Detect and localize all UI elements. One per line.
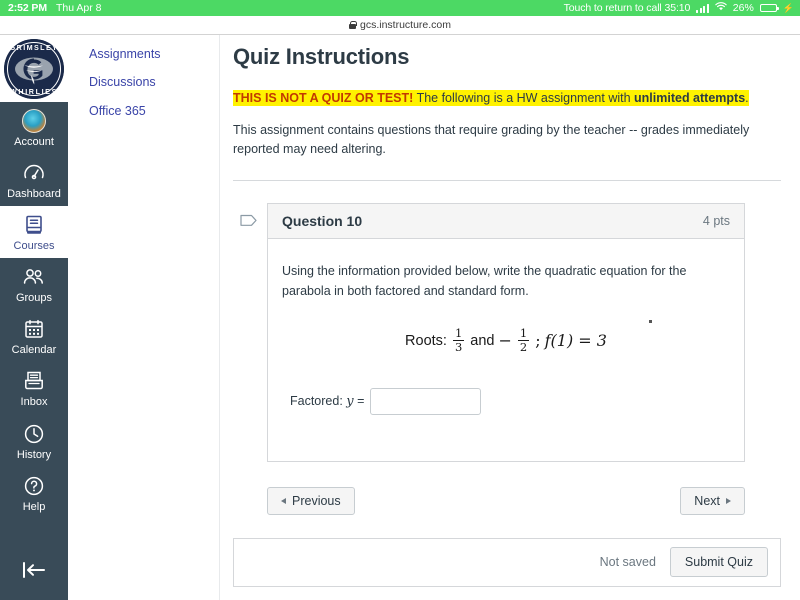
global-navigation: GRIMSLEY WHIRLIES Account Dashboard Cour… — [0, 35, 68, 600]
browser-url-bar[interactable]: gcs.instructure.com — [0, 16, 800, 35]
answer-input[interactable] — [370, 387, 482, 415]
url-text: gcs.instructure.com — [359, 19, 452, 31]
question-box: Question 10 4 pts Using the information … — [267, 202, 745, 462]
sidebar-item-label: Courses — [13, 240, 55, 253]
sidebar-item-dashboard[interactable]: Dashboard — [0, 154, 68, 206]
sidebar-item-courses[interactable]: Courses — [0, 206, 68, 259]
notice-highlight: THIS IS NOT A QUIZ OR TEST! The followin… — [233, 90, 749, 106]
question-points: 4 pts — [702, 213, 730, 228]
equation-minus-sign: − — [498, 331, 512, 350]
save-status: Not saved — [599, 555, 656, 570]
collapse-left-arrow-icon[interactable] — [16, 556, 52, 584]
equation-separator: ; — [535, 331, 541, 350]
sidebar-item-label: Calendar — [11, 344, 57, 357]
sidebar-item-groups[interactable]: Groups — [0, 258, 68, 310]
ios-status-bar: 2:52 PM Thu Apr 8 Touch to return to cal… — [0, 0, 800, 16]
question-body: Using the information provided below, wr… — [268, 239, 744, 461]
wifi-icon — [715, 2, 727, 14]
user-avatar-icon — [22, 109, 46, 133]
answer-label: Factored: y = — [290, 394, 364, 409]
grimsley-whirlies-logo: GRIMSLEY WHIRLIES — [4, 38, 64, 99]
sidebar-item-account[interactable]: Account — [0, 102, 68, 154]
sidebar-item-label: History — [16, 448, 52, 461]
answer-row: Factored: y = — [282, 387, 730, 415]
status-bar-left: 2:52 PM Thu Apr 8 — [0, 2, 102, 14]
question-container: Question 10 4 pts Using the information … — [233, 202, 790, 462]
battery-icon — [759, 3, 779, 13]
question-header: Question 10 4 pts — [268, 203, 744, 239]
sidebar-item-label: Groups — [15, 292, 53, 305]
courses-book-icon — [22, 213, 46, 237]
submit-bar: Not saved Submit Quiz — [233, 537, 781, 587]
fraction-denominator: 2 — [517, 340, 530, 354]
next-button-label: Next — [694, 493, 720, 508]
triangle-right-icon — [726, 497, 731, 504]
sidebar-item-label: Dashboard — [7, 188, 61, 201]
sidebar-item-label: Inbox — [20, 396, 48, 409]
next-button[interactable]: Next — [680, 486, 745, 515]
cellular-bars-icon — [696, 3, 709, 13]
fraction-one-third: 1 3 — [452, 326, 465, 354]
course-nav-item-discussions[interactable]: Discussions — [89, 68, 219, 96]
instructions-paragraph: This assignment contains questions that … — [233, 122, 750, 157]
notice-text-after: . — [745, 91, 749, 105]
return-to-call-banner[interactable]: Touch to return to call 35:10 — [564, 2, 691, 14]
question-equation: Roots: 1 3 and − 1 2 ; f(1) = 3 — [282, 320, 730, 354]
clock-history-icon — [22, 422, 46, 446]
previous-button-label: Previous — [292, 493, 341, 508]
status-bar-right: Touch to return to call 35:10 26% ⚡ — [564, 2, 800, 14]
svg-text:GRIMSLEY: GRIMSLEY — [10, 43, 59, 52]
question-nav-buttons: Previous Next — [267, 486, 745, 515]
school-logo[interactable]: GRIMSLEY WHIRLIES — [0, 35, 68, 102]
equation-artifact-dot — [649, 320, 652, 324]
previous-button[interactable]: Previous — [267, 486, 355, 515]
equation-function-value: f(1) = 3 — [544, 331, 607, 350]
fraction-numerator: 1 — [454, 326, 463, 341]
course-nav-item-office365[interactable]: Office 365 — [89, 97, 219, 125]
page-title: Quiz Instructions — [233, 44, 410, 69]
inbox-icon — [22, 369, 46, 393]
status-date: Thu Apr 8 — [55, 2, 102, 14]
sidebar-item-inbox[interactable]: Inbox — [0, 362, 68, 414]
fraction-denominator: 3 — [452, 340, 465, 354]
sidebar-item-label: Help — [22, 500, 46, 513]
question-name: Question 10 — [282, 212, 363, 229]
svg-text:WHIRLIES: WHIRLIES — [10, 87, 58, 96]
sidebar-item-history[interactable]: History — [0, 415, 68, 467]
answer-equals: = — [357, 393, 365, 408]
triangle-left-icon — [281, 497, 286, 504]
course-navigation: Assignments Discussions Office 365 — [68, 35, 220, 600]
notice-shout: THIS IS NOT A QUIZ OR TEST! — [233, 91, 414, 105]
fraction-one-half: 1 2 — [517, 326, 530, 354]
question-prompt: Using the information provided below, wr… — [282, 263, 687, 298]
divider — [233, 179, 781, 181]
charging-bolt-icon: ⚡ — [782, 2, 794, 13]
battery-percent: 26% — [732, 2, 754, 14]
sidebar-item-calendar[interactable]: Calendar — [0, 310, 68, 362]
notice-text-before: The following is a HW assignment with — [413, 91, 635, 105]
dashboard-icon — [22, 161, 46, 185]
notice-bold: unlimited attempts — [634, 91, 746, 105]
main-content: Quiz Instructions THIS IS NOT A QUIZ OR … — [221, 35, 800, 600]
sidebar-item-help[interactable]: Help — [0, 467, 68, 519]
equation-label: Roots: — [405, 332, 447, 349]
answer-variable: y — [346, 393, 354, 409]
course-nav-item-assignments[interactable]: Assignments — [89, 40, 219, 68]
fraction-numerator: 1 — [519, 326, 528, 341]
sidebar-item-label: Account — [14, 136, 54, 148]
status-time: 2:52 PM — [8, 2, 47, 14]
quiz-notice: THIS IS NOT A QUIZ OR TEST! The followin… — [233, 90, 790, 107]
equation-conjunction: and — [470, 332, 495, 349]
calendar-icon — [22, 317, 46, 341]
lock-icon — [348, 20, 357, 30]
answer-label-text: Factored: — [290, 393, 343, 408]
flag-bookmark-icon[interactable] — [240, 213, 258, 233]
groups-icon — [22, 265, 46, 289]
submit-quiz-button[interactable]: Submit Quiz — [669, 547, 768, 578]
help-question-icon — [22, 474, 46, 498]
